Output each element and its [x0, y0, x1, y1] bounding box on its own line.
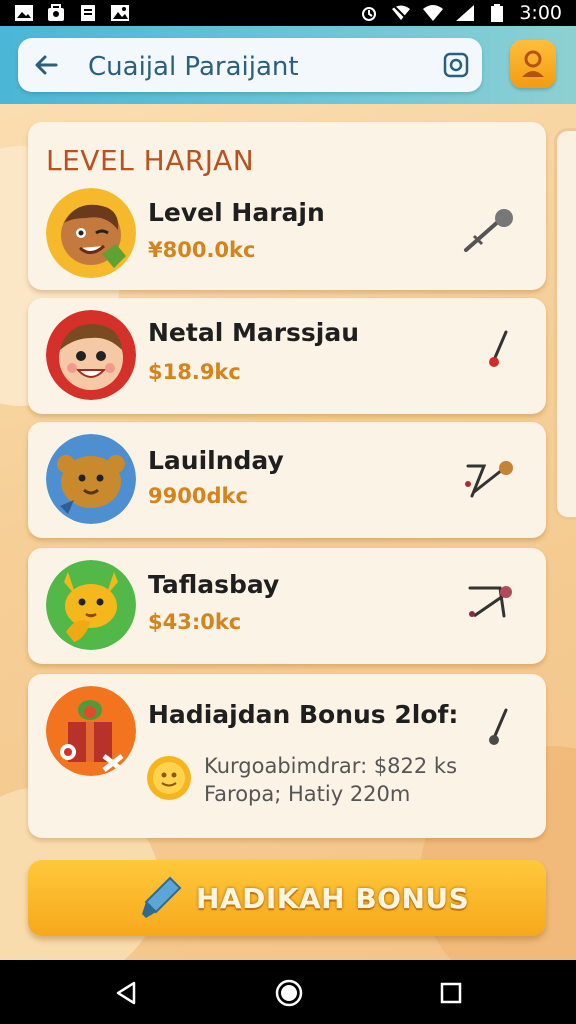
- side-panel-peek[interactable]: [554, 128, 576, 520]
- search-bar[interactable]: Cuaijal Paraijant: [18, 38, 482, 92]
- bear-avatar: [46, 434, 136, 524]
- status-left-icons: [14, 4, 130, 22]
- image-icon: [15, 5, 33, 21]
- link-tool-icon[interactable]: [462, 456, 518, 506]
- key-tool-icon[interactable]: [460, 206, 516, 256]
- nav-back-icon[interactable]: [114, 980, 140, 1006]
- coin-icon: [147, 756, 191, 800]
- item-name: Netal Marssjau: [148, 318, 360, 347]
- list-item[interactable]: Netal Marssjau $18.9kc: [28, 298, 546, 414]
- list-item[interactable]: Lauilnday 9900dkc: [28, 422, 546, 538]
- bag-icon: [48, 4, 64, 21]
- battery-icon: [491, 4, 504, 22]
- app-header: Cuaijal Paraijant: [0, 26, 576, 104]
- item-price: 9900dkc: [148, 484, 248, 508]
- gift-box-avatar: [46, 686, 136, 776]
- pin-tool-icon[interactable]: [480, 704, 536, 754]
- alarm-icon: [362, 7, 377, 21]
- list-item[interactable]: LEVEL HARJAN Level Harajn ¥800.0kc: [28, 122, 546, 290]
- search-input[interactable]: Cuaijal Paraijant: [88, 52, 299, 82]
- smiling-boy-avatar: [46, 310, 136, 400]
- fox-avatar: [46, 560, 136, 650]
- cart-tool-icon[interactable]: [466, 580, 522, 630]
- user-icon: [522, 50, 544, 77]
- status-time: 3:00: [519, 2, 562, 24]
- bonus-line-2: Faropa; Hatiy 220m: [204, 782, 411, 806]
- section-title: LEVEL HARJAN: [46, 144, 255, 177]
- item-price: $43:0kc: [148, 610, 242, 634]
- arrow-left-icon[interactable]: [32, 51, 60, 79]
- item-name: Lauilnday: [148, 446, 284, 475]
- system-nav-bar: [0, 960, 576, 1024]
- paintbrush-icon: [142, 876, 182, 918]
- item-price: ¥800.0kc: [148, 238, 256, 262]
- scan-icon[interactable]: [442, 51, 470, 79]
- photo-icon: [111, 5, 129, 21]
- status-right-icons: 3:00: [359, 2, 562, 24]
- item-name: Taflasbay: [148, 570, 280, 599]
- wifi-off-icon: [392, 4, 411, 22]
- signal-icon: [456, 5, 475, 21]
- winking-face-avatar: [46, 188, 136, 278]
- nav-home-icon[interactable]: [274, 978, 304, 1008]
- bonus-title: Hadiajdan Bonus 2lof:: [148, 700, 459, 729]
- doc-icon: [81, 5, 95, 21]
- bonus-button[interactable]: HADIKAH BONUS: [28, 860, 546, 936]
- bonus-card[interactable]: Hadiajdan Bonus 2lof: Kurgoabimdrar: $82…: [28, 674, 546, 838]
- item-name: Level Harajn: [148, 198, 325, 227]
- list-item[interactable]: Taflasbay $43:0kc: [28, 548, 546, 664]
- item-price: $18.9kc: [148, 360, 241, 384]
- profile-button[interactable]: [510, 40, 556, 88]
- bonus-button-label: HADIKAH BONUS: [196, 882, 470, 915]
- wifi-icon: [423, 5, 444, 21]
- status-bar: 3:00: [0, 0, 576, 26]
- pin-tool-icon[interactable]: [480, 328, 536, 378]
- bonus-line-1: Kurgoabimdrar: $822 ks: [204, 754, 458, 778]
- nav-recents-icon[interactable]: [438, 980, 464, 1006]
